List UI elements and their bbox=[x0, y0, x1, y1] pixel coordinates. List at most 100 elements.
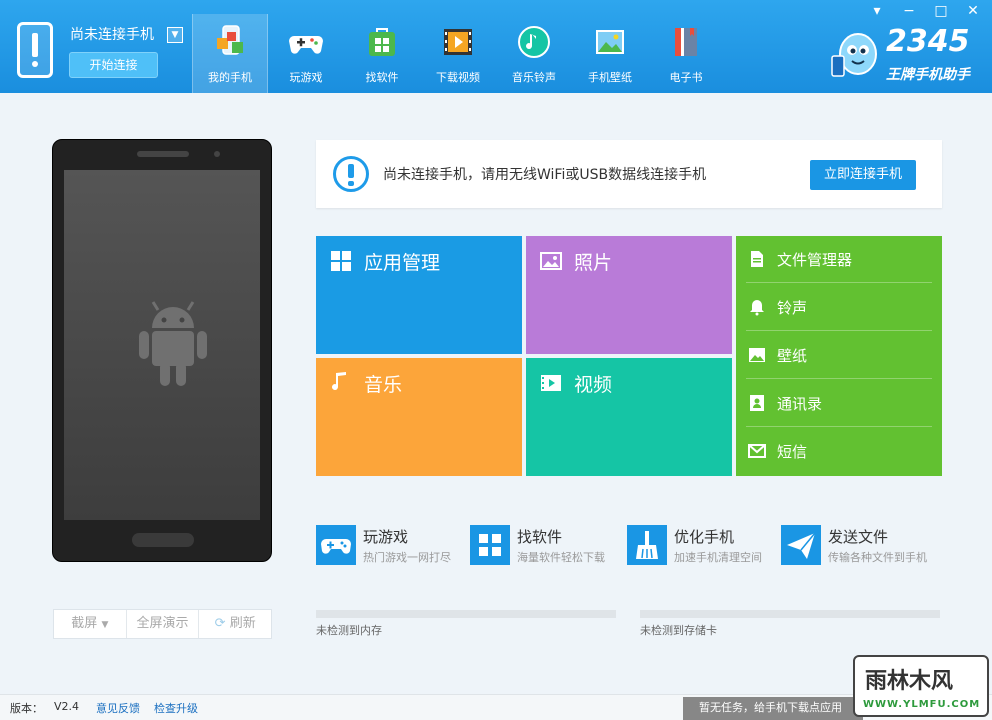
screenshot-label: 截屏 bbox=[71, 616, 98, 631]
quick-action-desc: 加速手机清理空间 bbox=[674, 551, 762, 564]
refresh-label: 刷新 bbox=[229, 616, 256, 631]
music-ringtone-icon bbox=[518, 26, 550, 58]
menu-wallpaper[interactable]: 壁纸 bbox=[746, 332, 932, 379]
version-label: 版本： bbox=[10, 702, 43, 715]
phone-speaker bbox=[137, 151, 189, 157]
menu-label: 文件管理器 bbox=[777, 251, 853, 269]
tile-label: 视频 bbox=[574, 374, 613, 396]
quick-action-title: 发送文件 bbox=[828, 528, 889, 546]
music-note-icon bbox=[332, 372, 346, 391]
quick-action-title: 优化手机 bbox=[674, 528, 735, 546]
version-number: V2.4 bbox=[54, 700, 80, 713]
quick-action-find-apps[interactable]: 找软件 海量软件轻松下载 bbox=[470, 523, 620, 569]
tile-app-management[interactable]: 应用管理 bbox=[316, 236, 522, 354]
nav-games[interactable]: 玩游戏 bbox=[268, 14, 344, 93]
quick-action-title: 玩游戏 bbox=[363, 528, 409, 546]
nav-find-apps[interactable]: 找软件 bbox=[344, 14, 420, 93]
nav-music-ringtone[interactable]: 音乐铃声 bbox=[496, 14, 572, 93]
brand-name: 王牌手机助手 bbox=[886, 67, 970, 83]
memory-usage-bar bbox=[316, 610, 616, 618]
screenshot-button[interactable]: 截屏 ▼ bbox=[54, 610, 127, 638]
broom-icon bbox=[627, 525, 667, 565]
mascot-icon bbox=[831, 33, 877, 77]
close-button[interactable]: ✕ bbox=[962, 2, 984, 20]
menu-contacts[interactable]: 通讯录 bbox=[746, 380, 932, 427]
menu-label: 通讯录 bbox=[777, 395, 823, 413]
image-icon bbox=[749, 348, 765, 362]
quick-action-games[interactable]: 玩游戏 热门游戏一网打尽 bbox=[316, 523, 466, 569]
fullscreen-demo-button[interactable]: 全屏演示 bbox=[127, 610, 200, 638]
tile-label: 音乐 bbox=[364, 374, 403, 396]
gamepad-icon bbox=[289, 36, 323, 54]
device-dropdown-button[interactable]: ▼ bbox=[167, 27, 183, 43]
menu-ringtones[interactable]: 铃声 bbox=[746, 284, 932, 331]
menu-label: 壁纸 bbox=[777, 347, 808, 365]
watermark-url: WWW.YLMFU.COM bbox=[863, 699, 981, 710]
phone-preview bbox=[52, 139, 272, 562]
connection-notice: 尚未连接手机，请用无线WiFi或USB数据线连接手机 立即连接手机 bbox=[316, 140, 942, 208]
notice-text: 尚未连接手机，请用无线WiFi或USB数据线连接手机 bbox=[383, 167, 707, 183]
bell-icon bbox=[750, 300, 764, 316]
memory-label: 未检测到内存 bbox=[316, 624, 382, 637]
window-controls: ▾ − □ ✕ bbox=[866, 2, 984, 20]
quick-action-title: 找软件 bbox=[517, 528, 563, 546]
quick-action-send-file[interactable]: 发送文件 传输各种文件到手机 bbox=[781, 523, 941, 569]
quick-action-desc: 传输各种文件到手机 bbox=[828, 551, 927, 564]
phone-disconnected-icon bbox=[17, 22, 53, 78]
video-download-icon bbox=[444, 29, 472, 55]
apps-grid-icon bbox=[331, 251, 351, 271]
nav-label: 玩游戏 bbox=[289, 71, 323, 84]
start-connect-button[interactable]: 开始连接 bbox=[69, 52, 158, 78]
main-nav: 我的手机 玩游戏 找软件 下载视频 音乐铃声 手机壁纸 电子书 bbox=[192, 14, 724, 93]
menu-sms[interactable]: 短信 bbox=[746, 428, 932, 475]
quick-action-desc: 热门游戏一网打尽 bbox=[363, 551, 451, 564]
phone-home-button bbox=[132, 533, 194, 547]
menu-label: 铃声 bbox=[777, 299, 808, 317]
side-menu: 文件管理器 铃声 壁纸 通讯录 短信 bbox=[736, 236, 942, 476]
nav-wallpaper[interactable]: 手机壁纸 bbox=[572, 14, 648, 93]
tile-photos[interactable]: 照片 bbox=[526, 236, 732, 354]
check-update-link[interactable]: 检查升级 bbox=[154, 700, 198, 716]
refresh-icon: ⟳ bbox=[214, 616, 226, 631]
tile-label: 应用管理 bbox=[364, 252, 441, 274]
android-icon bbox=[139, 301, 207, 386]
info-icon bbox=[333, 156, 369, 192]
minimize-button[interactable]: − bbox=[898, 2, 920, 20]
chevron-down-icon[interactable]: ▼ bbox=[101, 620, 108, 630]
nav-label: 电子书 bbox=[669, 71, 703, 84]
brand-logo: 2345 王牌手机助手 bbox=[826, 24, 986, 84]
storage-usage-bar bbox=[640, 610, 940, 618]
feedback-link[interactable]: 意见反馈 bbox=[96, 700, 140, 716]
phone-toolbar: 截屏 ▼ 全屏演示 ⟳ 刷新 bbox=[53, 609, 272, 639]
quick-action-desc: 海量软件轻松下载 bbox=[517, 551, 605, 564]
task-status[interactable]: 暂无任务，给手机下载点应用 bbox=[683, 697, 863, 720]
mail-icon bbox=[748, 444, 766, 458]
nav-label: 下载视频 bbox=[436, 71, 480, 84]
tile-music[interactable]: 音乐 bbox=[316, 358, 522, 476]
menu-dropdown-icon[interactable]: ▾ bbox=[866, 2, 888, 20]
phone-screen bbox=[64, 170, 260, 520]
refresh-button[interactable]: ⟳ 刷新 bbox=[199, 610, 271, 638]
video-icon bbox=[541, 375, 561, 391]
nav-download-video[interactable]: 下载视频 bbox=[420, 14, 496, 93]
connect-phone-button[interactable]: 立即连接手机 bbox=[810, 160, 916, 190]
wallpaper-icon bbox=[596, 30, 624, 54]
menu-file-manager[interactable]: 文件管理器 bbox=[746, 236, 932, 283]
tile-video[interactable]: 视频 bbox=[526, 358, 732, 476]
nav-label: 手机壁纸 bbox=[588, 71, 632, 84]
nav-ebook[interactable]: 电子书 bbox=[648, 14, 724, 93]
tile-label: 照片 bbox=[574, 252, 613, 274]
quick-action-optimize[interactable]: 优化手机 加速手机清理空间 bbox=[627, 523, 777, 569]
apps-grid-icon bbox=[470, 525, 510, 565]
ebook-icon bbox=[675, 28, 697, 56]
nav-label: 找软件 bbox=[365, 71, 399, 84]
contacts-icon bbox=[750, 395, 764, 411]
nav-my-phone[interactable]: 我的手机 bbox=[192, 14, 268, 93]
maximize-button[interactable]: □ bbox=[930, 2, 952, 20]
my-phone-icon bbox=[217, 25, 243, 55]
send-icon bbox=[781, 525, 821, 565]
connection-status-title: 尚未连接手机 bbox=[70, 27, 154, 43]
menu-label: 短信 bbox=[777, 443, 808, 461]
watermark-name: 雨林木风 bbox=[865, 669, 954, 694]
nav-label: 我的手机 bbox=[208, 71, 252, 84]
